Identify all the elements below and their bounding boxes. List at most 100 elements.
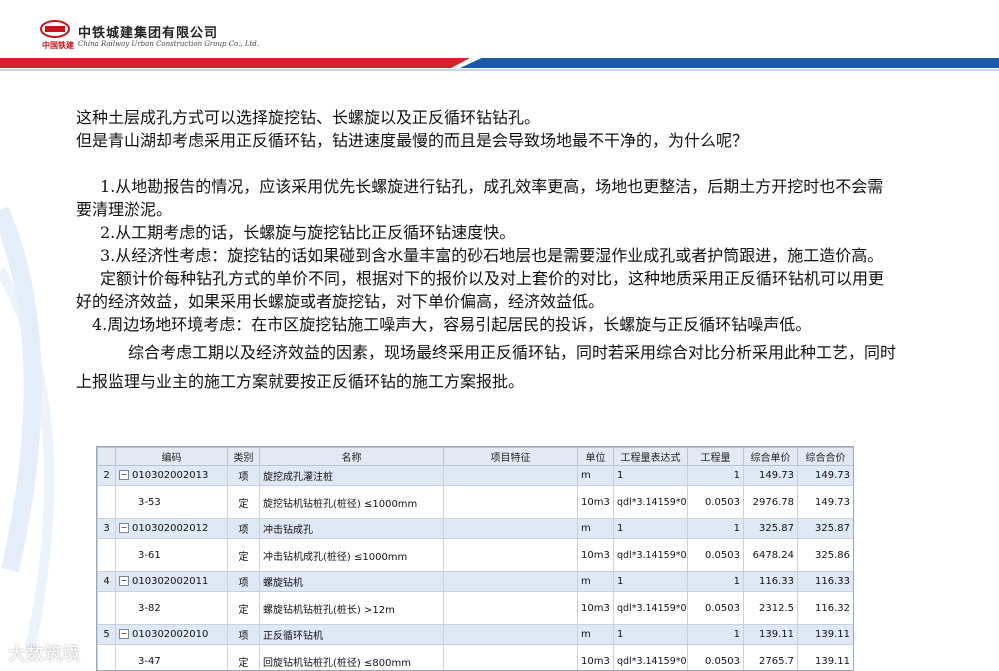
collapse-toggle-icon[interactable]: − (119, 629, 129, 639)
row-unit[interactable]: 10m3 (578, 539, 614, 572)
row-unit-price[interactable]: 2976.78 (744, 486, 798, 519)
row-index[interactable]: 4 (98, 572, 116, 592)
row-quantity[interactable]: 0.0503 (688, 645, 744, 671)
row-expression[interactable]: 1 (614, 625, 688, 645)
row-expression[interactable]: 1 (614, 519, 688, 539)
col-header-code[interactable]: 编码 (116, 448, 228, 466)
collapse-toggle-icon[interactable]: − (119, 576, 129, 586)
collapse-toggle-icon[interactable]: − (119, 470, 129, 480)
row-index[interactable] (98, 645, 116, 671)
col-header-total-price[interactable]: 综合合价 (798, 448, 854, 466)
row-index[interactable] (98, 539, 116, 572)
row-category[interactable]: 项 (228, 466, 260, 486)
row-code[interactable]: −010302002013 (116, 466, 228, 486)
row-feature[interactable] (444, 645, 578, 671)
row-category[interactable]: 定 (228, 645, 260, 671)
row-unit-price[interactable]: 139.11 (744, 625, 798, 645)
collapse-toggle-icon[interactable]: − (119, 523, 129, 533)
row-index[interactable]: 2 (98, 466, 116, 486)
row-total-price[interactable]: 325.87 (798, 519, 854, 539)
row-unit-price[interactable]: 2312.5 (744, 592, 798, 625)
table-row-item[interactable]: 2−010302002013项旋挖成孔灌注桩m11149.73149.73 (98, 466, 854, 486)
col-header-name[interactable]: 名称 (260, 448, 444, 466)
row-name[interactable]: 回旋钻机钻桩孔(桩径) ≤800mm (260, 645, 444, 671)
row-total-price[interactable]: 116.33 (798, 572, 854, 592)
row-quantity[interactable]: 1 (688, 519, 744, 539)
row-feature[interactable] (444, 539, 578, 572)
row-feature[interactable] (444, 466, 578, 486)
row-expression[interactable]: qdl*3.14159*0.4*0.4 (614, 592, 688, 625)
col-header-expression[interactable]: 工程量表达式 (614, 448, 688, 466)
col-header-unit-price[interactable]: 综合单价 (744, 448, 798, 466)
row-expression[interactable]: 1 (614, 572, 688, 592)
row-total-price[interactable]: 149.73 (798, 486, 854, 519)
col-header-category[interactable]: 类别 (228, 448, 260, 466)
row-name[interactable]: 旋挖钻机钻桩孔(桩径) ≤1000mm (260, 486, 444, 519)
row-name[interactable]: 螺旋钻机钻桩孔(桩长) >12m (260, 592, 444, 625)
row-unit-price[interactable]: 6478.24 (744, 539, 798, 572)
row-code[interactable]: −010302002012 (116, 519, 228, 539)
row-unit-price[interactable]: 325.87 (744, 519, 798, 539)
row-feature[interactable] (444, 592, 578, 625)
row-quantity[interactable]: 1 (688, 625, 744, 645)
row-total-price[interactable]: 325.86 (798, 539, 854, 572)
row-unit[interactable]: m (578, 572, 614, 592)
row-code[interactable]: 3-82 (116, 592, 228, 625)
row-unit[interactable]: 10m3 (578, 645, 614, 671)
row-unit[interactable]: 10m3 (578, 486, 614, 519)
row-feature[interactable] (444, 572, 578, 592)
row-name[interactable]: 正反循环钻机 (260, 625, 444, 645)
col-header-feature[interactable]: 项目特征 (444, 448, 578, 466)
row-quantity[interactable]: 0.0503 (688, 539, 744, 572)
table-row-item[interactable]: 3−010302002012项冲击钻成孔m11325.87325.87 (98, 519, 854, 539)
row-category[interactable]: 定 (228, 486, 260, 519)
row-unit[interactable]: m (578, 466, 614, 486)
row-feature[interactable] (444, 486, 578, 519)
row-quantity[interactable]: 1 (688, 466, 744, 486)
table-row-quota[interactable]: 3-53定旋挖钻机钻桩孔(桩径) ≤1000mm10m3qdl*3.14159*… (98, 486, 854, 519)
row-quantity[interactable]: 0.0503 (688, 486, 744, 519)
col-header-quantity[interactable]: 工程量 (688, 448, 744, 466)
row-expression[interactable]: qdl*3.14159*0.4*0.4 (614, 645, 688, 671)
row-feature[interactable] (444, 519, 578, 539)
row-code[interactable]: −010302002011 (116, 572, 228, 592)
row-index[interactable]: 3 (98, 519, 116, 539)
row-name[interactable]: 螺旋钻机 (260, 572, 444, 592)
row-feature[interactable] (444, 625, 578, 645)
row-index[interactable] (98, 592, 116, 625)
row-quantity[interactable]: 0.0503 (688, 592, 744, 625)
row-category[interactable]: 项 (228, 519, 260, 539)
row-category[interactable]: 定 (228, 592, 260, 625)
row-expression[interactable]: 1 (614, 466, 688, 486)
row-name[interactable]: 旋挖成孔灌注桩 (260, 466, 444, 486)
row-unit[interactable]: m (578, 519, 614, 539)
table-row-quota[interactable]: 3-47定回旋钻机钻桩孔(桩径) ≤800mm 10m3qdl*3.14159*0… (98, 645, 854, 671)
row-code[interactable]: 3-47 (116, 645, 228, 671)
row-total-price[interactable]: 139.11 (798, 625, 854, 645)
row-quantity[interactable]: 1 (688, 572, 744, 592)
row-index[interactable]: 5 (98, 625, 116, 645)
row-unit[interactable]: m (578, 625, 614, 645)
row-category[interactable]: 项 (228, 572, 260, 592)
table-row-quota[interactable]: 3-82定螺旋钻机钻桩孔(桩长) >12m 10m3qdl*3.14159*0.4… (98, 592, 854, 625)
row-code[interactable]: 3-53 (116, 486, 228, 519)
row-category[interactable]: 项 (228, 625, 260, 645)
row-total-price[interactable]: 116.32 (798, 592, 854, 625)
row-code[interactable]: −010302002010 (116, 625, 228, 645)
row-total-price[interactable]: 139.11 (798, 645, 854, 671)
table-row-item[interactable]: 4−010302002011项螺旋钻机m11116.33116.33 (98, 572, 854, 592)
row-code[interactable]: 3-61 (116, 539, 228, 572)
row-name[interactable]: 冲击钻成孔 (260, 519, 444, 539)
row-name[interactable]: 冲击钻机成孔(桩径) ≤1000mm (260, 539, 444, 572)
row-unit-price[interactable]: 2765.7 (744, 645, 798, 671)
row-index[interactable] (98, 486, 116, 519)
row-expression[interactable]: qdl*3.14159*0.4*0.4 (614, 539, 688, 572)
row-total-price[interactable]: 149.73 (798, 466, 854, 486)
table-row-item[interactable]: 5−010302002010项正反循环钻机m11139.11139.11 (98, 625, 854, 645)
table-row-quota[interactable]: 3-61定冲击钻机成孔(桩径) ≤1000mm 10m3qdl*3.14159*0… (98, 539, 854, 572)
row-unit[interactable]: 10m3 (578, 592, 614, 625)
row-unit-price[interactable]: 116.33 (744, 572, 798, 592)
row-category[interactable]: 定 (228, 539, 260, 572)
col-header-unit[interactable]: 单位 (578, 448, 614, 466)
row-unit-price[interactable]: 149.73 (744, 466, 798, 486)
